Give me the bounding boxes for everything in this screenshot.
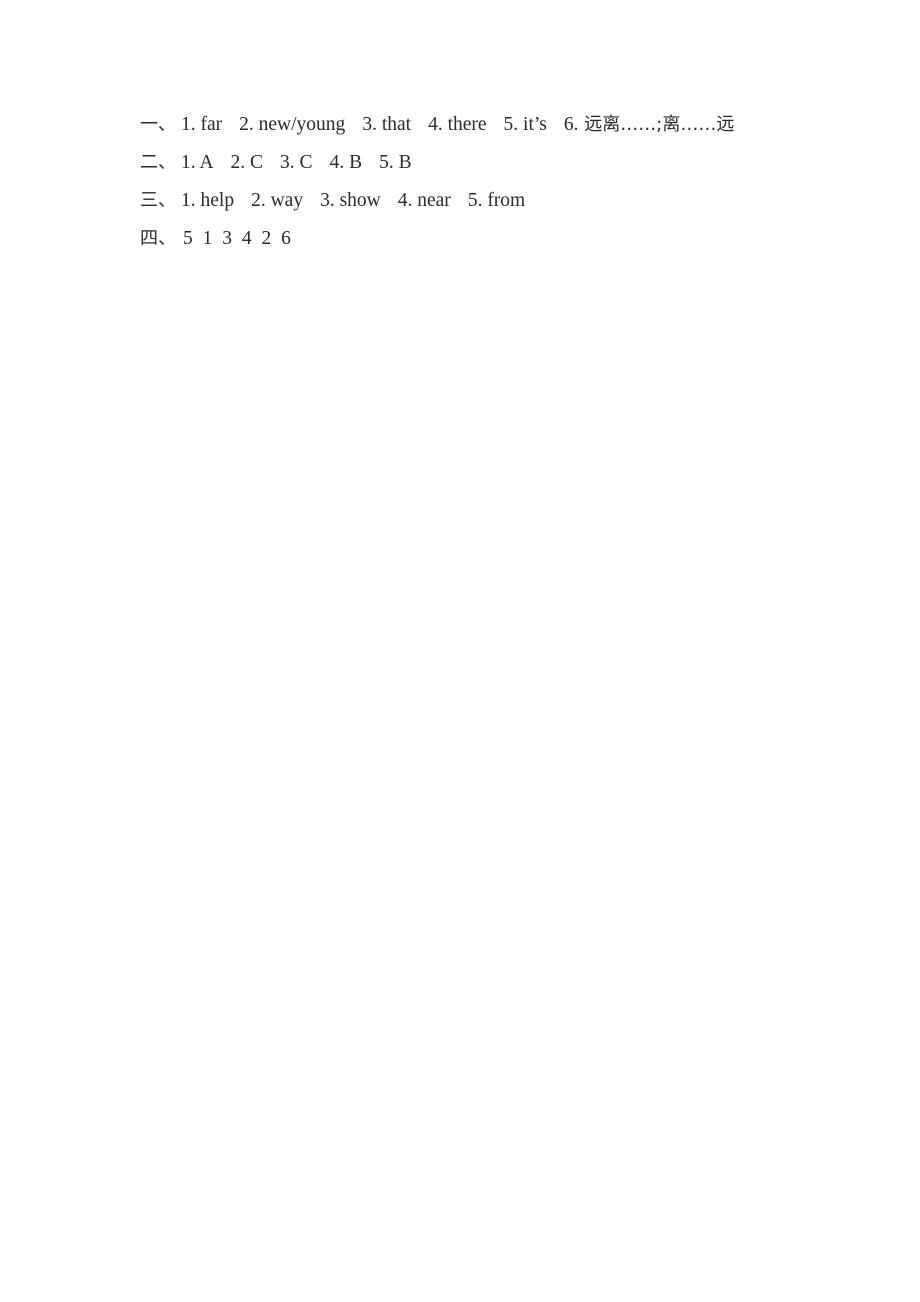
item-number: 4. — [397, 190, 413, 211]
answer-line-1: 一、 1. far 2. new/young 3. that 4. there … — [140, 106, 880, 144]
answer-line-2: 二、 1. A 2. C 3. C 4. B 5. B — [140, 144, 880, 182]
item-answer: new/young — [258, 114, 346, 135]
item-answer: C — [299, 152, 313, 173]
answer-items-4: 5 1 3 4 2 6 — [183, 220, 293, 258]
item-number: 5. — [467, 190, 483, 211]
item-answer: C — [250, 152, 264, 173]
item-number: 1. — [181, 190, 196, 211]
item-number: 5. — [379, 152, 394, 173]
answer-item: 3. C — [280, 144, 313, 182]
item-answer: it’s — [523, 114, 547, 135]
answer-item: 2. new/young — [239, 106, 345, 144]
answer-item: 4. there — [428, 106, 486, 144]
answer-item: 5. B — [379, 144, 412, 182]
answer-item: 6. 远离……;离……远 — [564, 106, 734, 144]
answer-key-block: 一、 1. far 2. new/young 3. that 4. there … — [140, 106, 880, 258]
answer-line-3: 三、 1. help 2. way 3. show 4. near 5. fro… — [140, 182, 880, 220]
section-marker-2: 二、 — [140, 152, 176, 173]
item-answer: A — [199, 152, 214, 173]
item-answer: that — [381, 114, 412, 135]
answer-item: 2. C — [231, 144, 264, 182]
section-marker-3: 三、 — [140, 190, 176, 211]
answer-items-2: 1. A 2. C 3. C 4. B 5. B — [181, 144, 412, 182]
answer-item: 1. far — [181, 106, 222, 144]
item-number: 1. — [181, 114, 196, 135]
item-number: 6. — [563, 114, 579, 135]
document-page: 一、 1. far 2. new/young 3. that 4. there … — [0, 0, 920, 1302]
item-answer: near — [417, 190, 451, 211]
answer-item: 1. A — [181, 144, 214, 182]
item-answer: way — [270, 190, 304, 211]
answer-item: 2. way — [251, 182, 303, 220]
answer-line-4: 四、 5 1 3 4 2 6 — [140, 220, 880, 258]
item-answer: far — [200, 114, 223, 135]
item-number: 2. — [230, 152, 246, 173]
item-number: 5. — [503, 114, 519, 135]
answer-sequence: 5 1 3 4 2 6 — [183, 228, 294, 249]
answer-item: 5. from — [468, 182, 525, 220]
item-number: 2. — [251, 190, 266, 211]
item-number: 3. — [362, 114, 377, 135]
item-answer: there — [447, 114, 487, 135]
answer-items-3: 1. help 2. way 3. show 4. near 5. from — [181, 182, 525, 220]
answer-item: 1. help — [181, 182, 234, 220]
answer-item: 5. it’s — [504, 106, 547, 144]
item-answer: B — [349, 152, 363, 173]
section-marker-4: 四、 — [140, 228, 176, 249]
answer-items-1: 1. far 2. new/young 3. that 4. there 5. … — [181, 106, 734, 144]
answer-item: 4. near — [398, 182, 451, 220]
answer-item: 3. show — [320, 182, 381, 220]
item-answer: 远离……;离……远 — [584, 114, 735, 135]
answer-item: 3. that — [362, 106, 411, 144]
item-answer: show — [339, 190, 381, 211]
item-answer: B — [398, 152, 412, 173]
answer-item: 4. B — [330, 144, 363, 182]
item-number: 3. — [320, 190, 335, 211]
item-number: 1. — [181, 152, 196, 173]
item-number: 4. — [428, 114, 443, 135]
item-number: 2. — [239, 114, 254, 135]
item-answer: from — [487, 190, 526, 211]
item-answer: help — [200, 190, 235, 211]
section-marker-1: 一、 — [140, 114, 176, 135]
item-number: 3. — [280, 152, 295, 173]
item-number: 4. — [329, 152, 345, 173]
